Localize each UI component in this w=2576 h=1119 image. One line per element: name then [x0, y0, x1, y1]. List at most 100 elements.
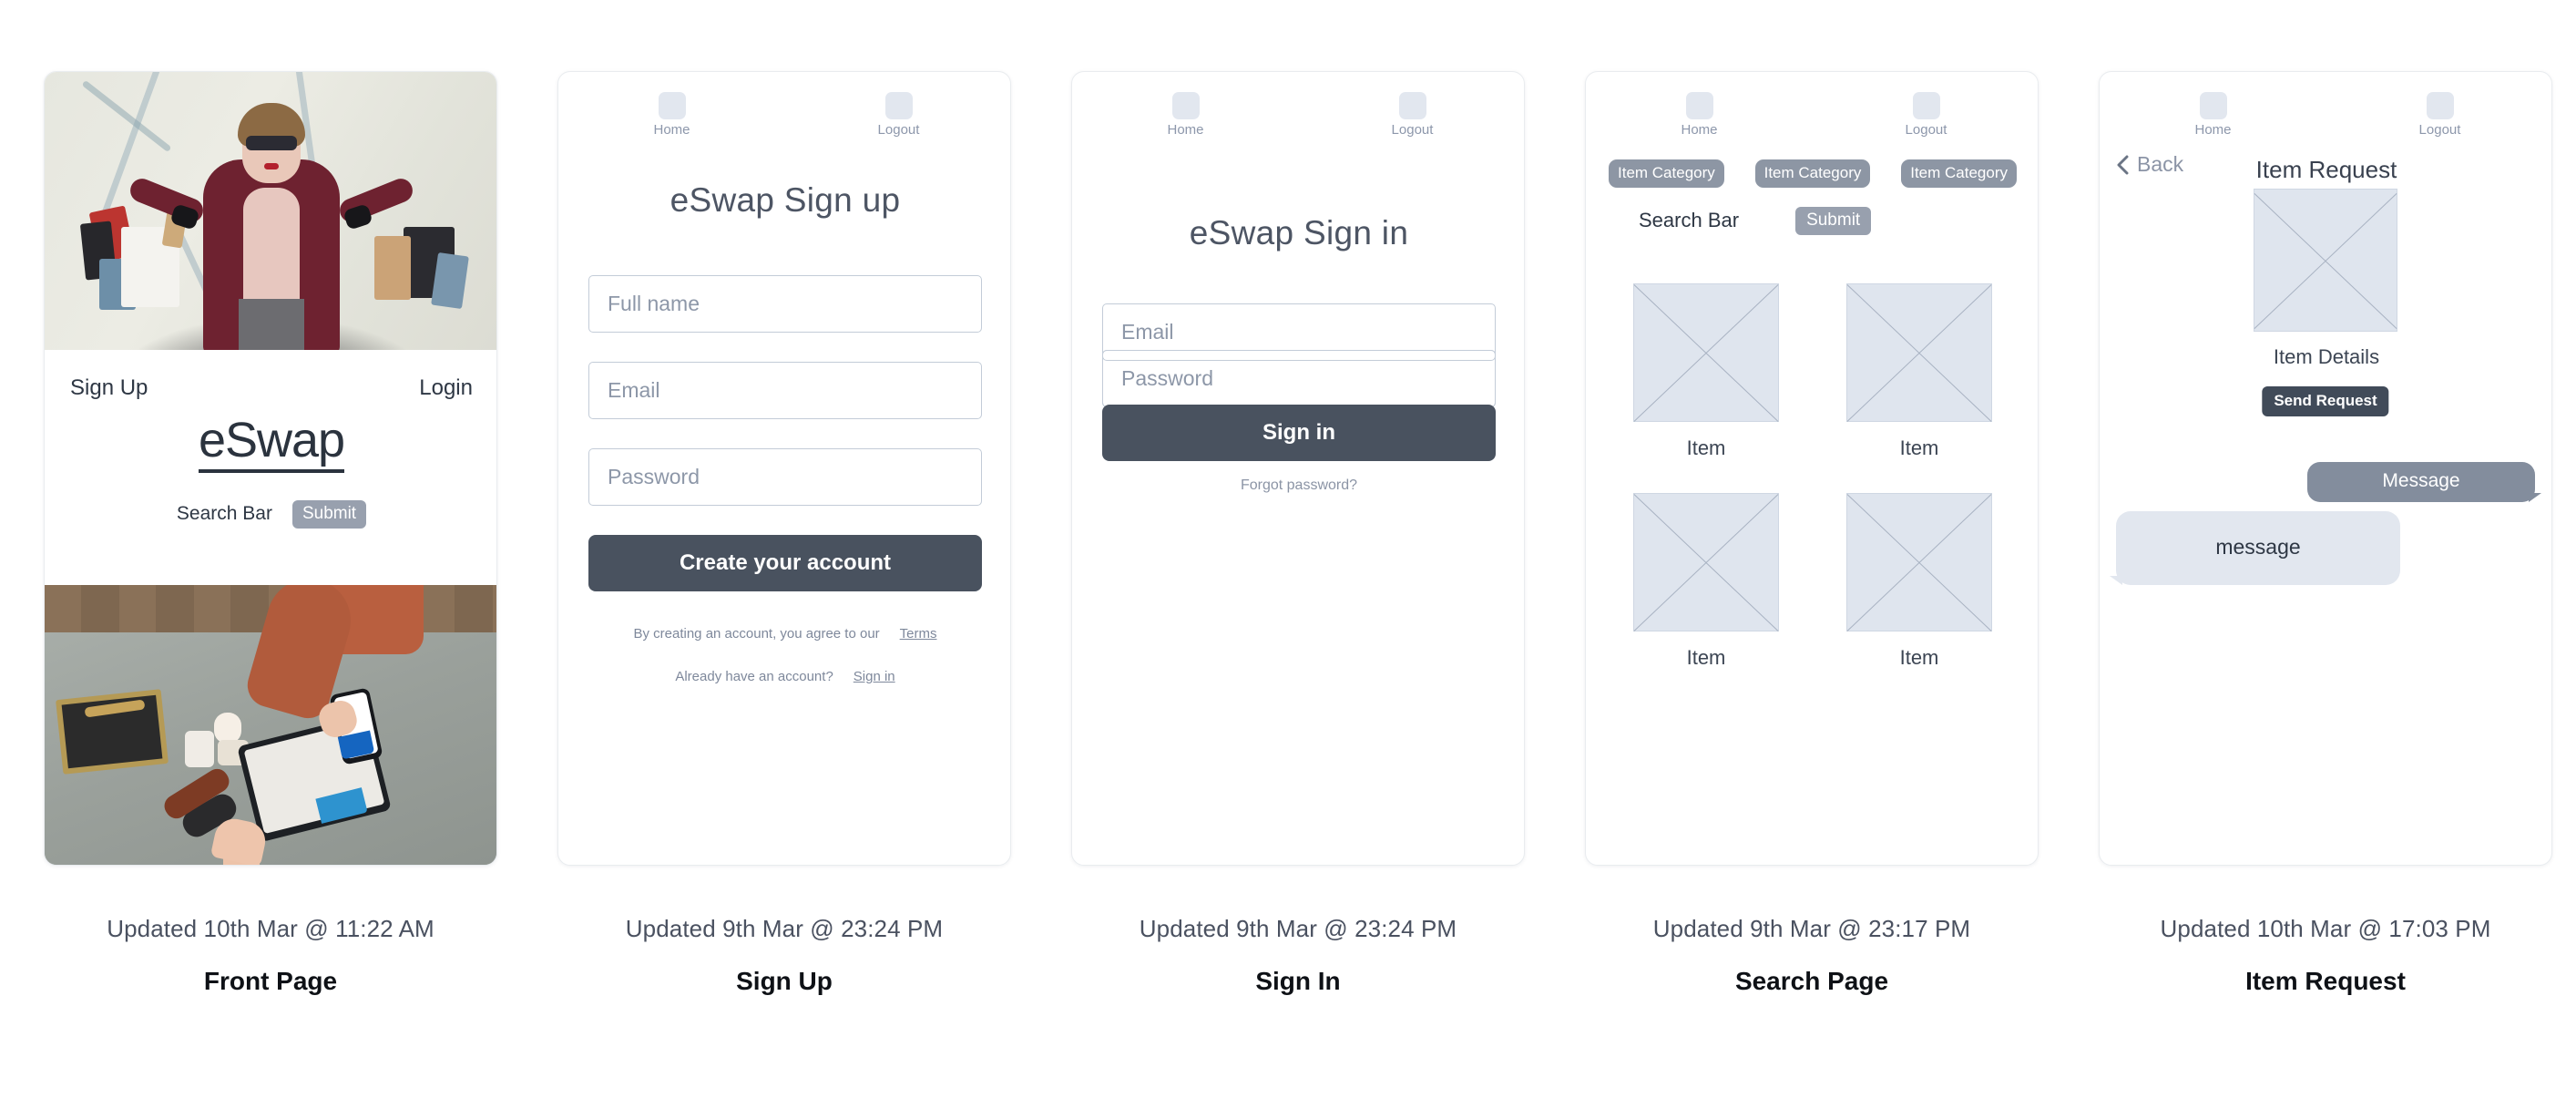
- screen-card-search-page[interactable]: Home Logout Item Category Item Category …: [1585, 71, 2039, 866]
- email-field[interactable]: Email: [588, 362, 982, 419]
- password-field[interactable]: Password: [588, 448, 982, 506]
- page-title: eSwap Sign in: [1189, 214, 1409, 252]
- message-bubble-outgoing: Message: [2307, 462, 2541, 502]
- gallery-cell-search-page: Home Logout Item Category Item Category …: [1585, 71, 2039, 1119]
- message-bubble-incoming: message: [2110, 511, 2400, 585]
- nav-label-home: Home: [2194, 122, 2232, 138]
- search-bar-label[interactable]: Search Bar: [1639, 209, 1739, 232]
- create-account-button[interactable]: Create your account: [588, 535, 982, 591]
- wireframe-nav: Home Logout: [1072, 92, 1524, 138]
- category-chip[interactable]: Item Category: [1609, 159, 1724, 188]
- nav-item-home[interactable]: Home: [1586, 92, 1813, 138]
- nav-item-logout[interactable]: Logout: [1299, 92, 1524, 138]
- page-title: eSwap Sign up: [670, 181, 901, 219]
- front-page-nav: Sign Up Login: [45, 375, 496, 401]
- screen-card-sign-in[interactable]: Home Logout eSwap Sign in Email Password…: [1071, 71, 1525, 866]
- image-placeholder-icon: [1846, 283, 1992, 422]
- item-label: Item: [1686, 646, 1726, 669]
- eswap-logo: eSwap: [45, 412, 496, 473]
- wireframe-nav: Home Logout: [558, 92, 1010, 138]
- item-label: Item: [1686, 436, 1726, 459]
- submit-button[interactable]: Submit: [291, 500, 367, 529]
- card-title: Search Page: [1734, 967, 1889, 995]
- nav-label-logout: Logout: [2418, 122, 2461, 138]
- login-link[interactable]: Login: [419, 375, 473, 401]
- item-label: Item: [1899, 436, 1939, 459]
- nav-label-home: Home: [1681, 122, 1718, 138]
- eswap-logo-text: eSwap: [198, 413, 345, 473]
- terms-text: By creating an account, you agree to our: [633, 626, 880, 642]
- card-title: Sign In: [1255, 967, 1341, 995]
- nav-label-home: Home: [1167, 122, 1204, 138]
- home-icon: [2199, 92, 2227, 119]
- item-tile[interactable]: Item: [1617, 493, 1795, 670]
- logout-icon: [884, 92, 913, 119]
- already-account-line: Already have an account? Sign in: [558, 669, 1010, 684]
- nav-label-logout: Logout: [877, 122, 920, 138]
- image-placeholder-icon: [1633, 283, 1779, 422]
- card-title: Front Page: [203, 967, 338, 995]
- home-icon: [658, 92, 686, 119]
- gallery-cell-sign-up: Home Logout eSwap Sign up Full name Emai…: [557, 71, 1011, 1119]
- item-image-placeholder[interactable]: [2254, 189, 2397, 332]
- item-results-grid: Item Item Item Item: [1617, 283, 2009, 670]
- item-label: Item: [1899, 646, 1939, 669]
- wireframe-nav: Home Logout: [1586, 92, 2038, 138]
- gallery-cell-front-page: Sign Up Login eSwap Search Bar Submit Up…: [44, 71, 497, 1119]
- nav-item-logout[interactable]: Logout: [2326, 92, 2551, 138]
- card-title: Item Request: [2245, 967, 2406, 995]
- nav-item-home[interactable]: Home: [1072, 92, 1299, 138]
- logout-icon: [1398, 92, 1426, 119]
- category-chip[interactable]: Item Category: [1901, 159, 2017, 188]
- nav-item-logout[interactable]: Logout: [785, 92, 1010, 138]
- item-tile[interactable]: Item: [1830, 493, 2009, 670]
- nav-item-logout[interactable]: Logout: [1813, 92, 2038, 138]
- search-row: Search Bar Submit: [1586, 207, 2038, 235]
- forgot-password-link[interactable]: Forgot password?: [1072, 477, 1524, 494]
- nav-label-home: Home: [653, 122, 690, 138]
- card-title: Sign Up: [736, 967, 833, 995]
- screen-card-item-request[interactable]: Home Logout Back Item Request Item Detai…: [2099, 71, 2552, 866]
- screen-card-front-page[interactable]: Sign Up Login eSwap Search Bar Submit: [44, 71, 497, 866]
- item-tile[interactable]: Item: [1830, 283, 2009, 460]
- item-tile[interactable]: Item: [1617, 283, 1795, 460]
- card-updated-timestamp: Updated 9th Mar @ 23:17 PM: [1652, 915, 1971, 942]
- flatlay-photo-desk: [45, 585, 496, 865]
- front-page-header-panel: Sign Up Login eSwap Search Bar Submit: [45, 350, 496, 587]
- fullname-field[interactable]: Full name: [588, 275, 982, 333]
- sign-in-button[interactable]: Sign in: [1102, 405, 1496, 461]
- terms-line: By creating an account, you agree to our…: [558, 626, 1010, 642]
- image-placeholder-icon: [1633, 493, 1779, 631]
- search-bar-label[interactable]: Search Bar: [177, 503, 272, 525]
- screen-card-sign-up[interactable]: Home Logout eSwap Sign up Full name Emai…: [557, 71, 1011, 866]
- nav-label-logout: Logout: [1391, 122, 1434, 138]
- terms-link[interactable]: Terms: [900, 626, 937, 642]
- card-updated-timestamp: Updated 9th Mar @ 23:24 PM: [1139, 915, 1457, 942]
- logout-icon: [1912, 92, 1940, 119]
- gallery-cell-sign-in: Home Logout eSwap Sign in Email Password…: [1071, 71, 1525, 1119]
- image-placeholder-icon: [2254, 189, 2397, 332]
- image-placeholder-icon: [1846, 493, 1992, 631]
- card-updated-timestamp: Updated 10th Mar @ 11:22 AM: [107, 915, 434, 942]
- front-page-search-row: Search Bar Submit: [45, 500, 496, 529]
- category-chip[interactable]: Item Category: [1754, 159, 1871, 188]
- home-icon: [1685, 92, 1713, 119]
- nav-item-home[interactable]: Home: [558, 92, 785, 138]
- screen-gallery: Sign Up Login eSwap Search Bar Submit Up…: [0, 0, 2576, 1119]
- send-request-button[interactable]: Send Request: [2262, 386, 2389, 416]
- nav-item-home[interactable]: Home: [2100, 92, 2326, 138]
- card-updated-timestamp: Updated 9th Mar @ 23:24 PM: [625, 915, 944, 942]
- password-field[interactable]: Password: [1102, 350, 1496, 407]
- card-updated-timestamp: Updated 10th Mar @ 17:03 PM: [2160, 915, 2491, 942]
- nav-label-logout: Logout: [1905, 122, 1947, 138]
- page-title: Item Request: [2255, 156, 2397, 183]
- already-account-text: Already have an account?: [675, 669, 833, 684]
- item-details-label: Item Details: [2273, 345, 2380, 368]
- submit-button[interactable]: Submit: [1795, 207, 1872, 235]
- wireframe-nav: Home Logout: [2100, 92, 2551, 138]
- gallery-cell-item-request: Home Logout Back Item Request Item Detai…: [2099, 71, 2552, 1119]
- sign-in-link[interactable]: Sign in: [854, 669, 895, 684]
- home-icon: [1171, 92, 1200, 119]
- logout-icon: [2426, 92, 2454, 119]
- sign-up-link[interactable]: Sign Up: [70, 375, 148, 401]
